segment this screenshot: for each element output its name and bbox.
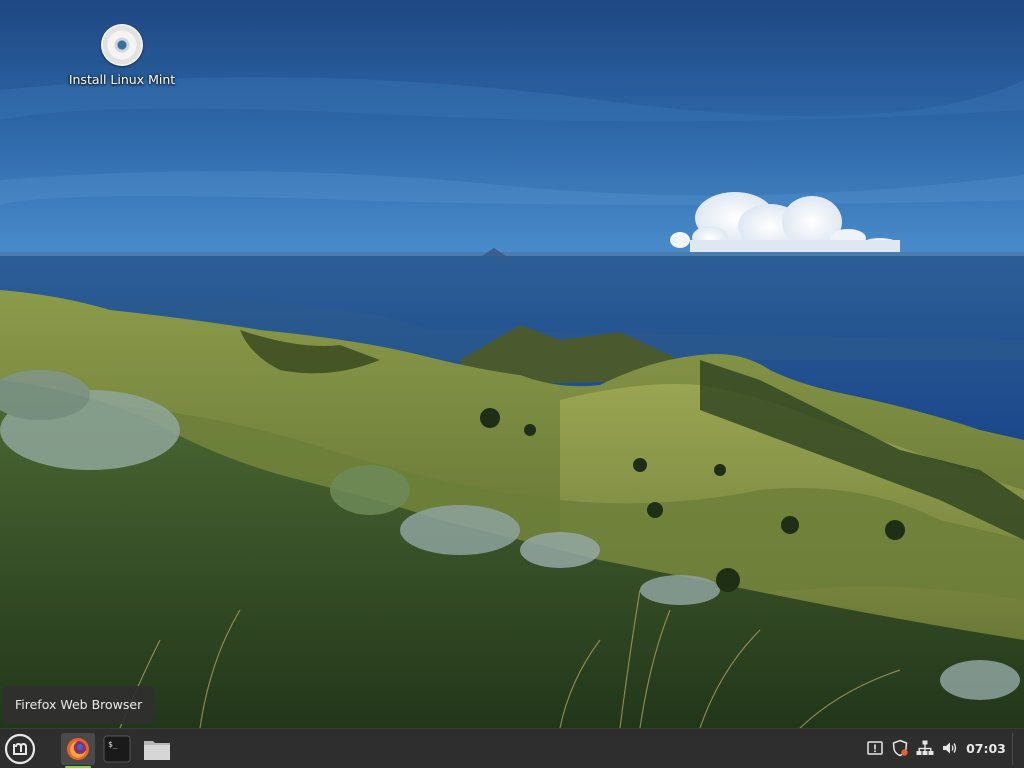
- linux-mint-logo-icon: [4, 733, 36, 765]
- firefox-launcher-button[interactable]: [61, 733, 95, 768]
- tooltip: Firefox Web Browser: [3, 686, 155, 724]
- menu-button[interactable]: [4, 733, 36, 765]
- terminal-icon: $_: [103, 735, 131, 763]
- update-manager-shield-icon[interactable]: [891, 739, 909, 757]
- files-launcher-button[interactable]: [141, 733, 173, 765]
- show-desktop-button[interactable]: [1012, 733, 1021, 765]
- folder-icon: [144, 741, 170, 760]
- firefox-icon: [67, 738, 89, 760]
- disc-icon: [101, 24, 143, 66]
- desktop-icon-label: Install Linux Mint: [68, 72, 176, 87]
- desktop[interactable]: Install Linux Mint Firefox Web Browser: [0, 0, 1024, 728]
- volume-icon[interactable]: [941, 739, 959, 757]
- notification-alert-icon[interactable]: [866, 739, 884, 757]
- terminal-launcher-button[interactable]: $_: [101, 733, 133, 765]
- network-icon[interactable]: [916, 739, 934, 757]
- clock[interactable]: 07:03: [962, 729, 1010, 769]
- wallpaper-image: [0, 0, 1024, 728]
- svg-text:$_: $_: [108, 740, 118, 749]
- taskbar-panel: $_ 07:03: [0, 728, 1024, 768]
- desktop-icon-install-linux-mint[interactable]: Install Linux Mint: [62, 24, 182, 87]
